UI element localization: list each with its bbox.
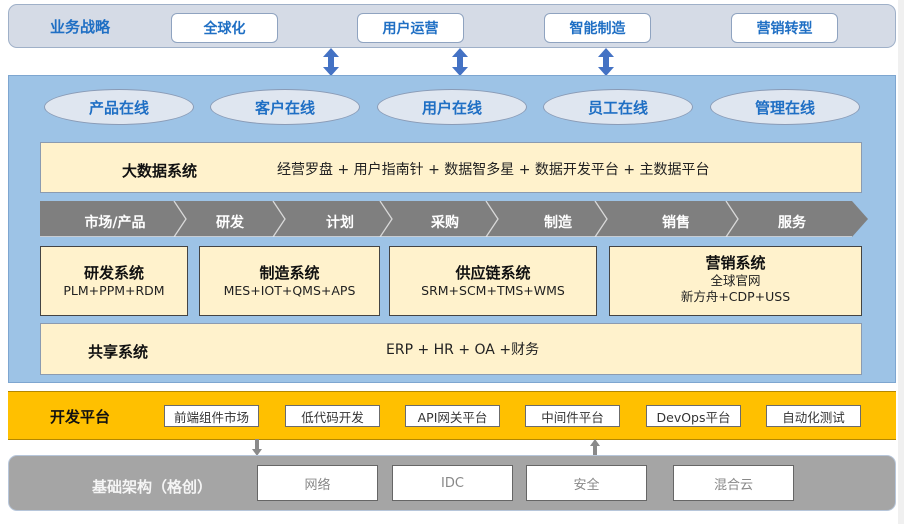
supply-chain-system-box: 供应链系统 SRM+SCM+TMS+WMS <box>389 246 597 316</box>
infra-item-security: 安全 <box>526 465 647 501</box>
double-arrow-icon <box>323 48 339 76</box>
strategy-item-user-operation: 用户运营 <box>357 13 464 43</box>
bigdata-system-description: 经营罗盘 + 用户指南针 + 数据智多星 + 数据开发平台 + 主数据平台 <box>277 162 710 178</box>
online-management: 管理在线 <box>710 89 860 125</box>
dev-item-low-code: 低代码开发 <box>285 405 380 427</box>
online-product: 产品在线 <box>44 89 194 125</box>
process-step-sales: 销售 <box>662 215 690 231</box>
rnd-system-modules: PLM+PPM+RDM <box>63 283 165 298</box>
marketing-system-website: 全球官网 <box>710 273 761 288</box>
process-step-service: 服务 <box>778 215 806 231</box>
online-user: 用户在线 <box>377 89 527 125</box>
bigdata-system-title: 大数据系统 <box>122 162 198 180</box>
online-employee: 员工在线 <box>543 89 693 125</box>
supply-chain-system-title: 供应链系统 <box>455 264 531 282</box>
supply-chain-system-modules: SRM+SCM+TMS+WMS <box>421 283 565 298</box>
dev-item-frontend-market: 前端组件市场 <box>164 405 259 427</box>
double-arrow-icon <box>598 48 614 76</box>
double-arrow-icon <box>452 48 468 76</box>
manufacturing-system-box: 制造系统 MES+IOT+QMS+APS <box>199 246 380 316</box>
infrastructure-title: 基础架构（格创） <box>92 478 213 496</box>
marketing-system-title: 营销系统 <box>705 254 766 272</box>
process-step-rnd: 研发 <box>216 215 244 231</box>
infra-item-hybrid-cloud: 混合云 <box>673 465 794 501</box>
process-step-market-product: 市场/产品 <box>84 215 146 231</box>
dev-item-api-gateway: API网关平台 <box>405 405 500 427</box>
manufacturing-system-title: 制造系统 <box>259 264 320 282</box>
process-step-manufacturing: 制造 <box>544 215 572 231</box>
infra-item-idc: IDC <box>392 465 513 501</box>
dev-platform-title: 开发平台 <box>50 408 111 426</box>
manufacturing-system-modules: MES+IOT+QMS+APS <box>223 283 356 298</box>
dev-item-auto-test: 自动化测试 <box>766 405 861 427</box>
infra-item-network: 网络 <box>257 465 378 501</box>
strategy-item-globalization: 全球化 <box>171 13 278 43</box>
strategy-item-marketing-transformation: 营销转型 <box>731 13 838 43</box>
rnd-system-title: 研发系统 <box>83 264 144 282</box>
dev-item-middleware: 中间件平台 <box>525 405 620 427</box>
marketing-system-modules: 新方舟+CDP+USS <box>680 289 791 304</box>
shared-system-description: ERP + HR + OA +财务 <box>386 342 540 358</box>
strategy-item-smart-manufacturing: 智能制造 <box>544 13 651 43</box>
marketing-system-box: 营销系统 全球官网 新方舟+CDP+USS <box>609 246 862 316</box>
rnd-system-box: 研发系统 PLM+PPM+RDM <box>40 246 188 316</box>
online-customer: 客户在线 <box>210 89 360 125</box>
shared-system-title: 共享系统 <box>88 343 149 361</box>
process-step-purchasing: 采购 <box>431 215 459 231</box>
dev-item-devops: DevOps平台 <box>646 405 741 427</box>
process-step-planning: 计划 <box>326 215 354 231</box>
right-edge-strip <box>898 0 904 524</box>
strategy-title: 业务战略 <box>50 18 111 36</box>
